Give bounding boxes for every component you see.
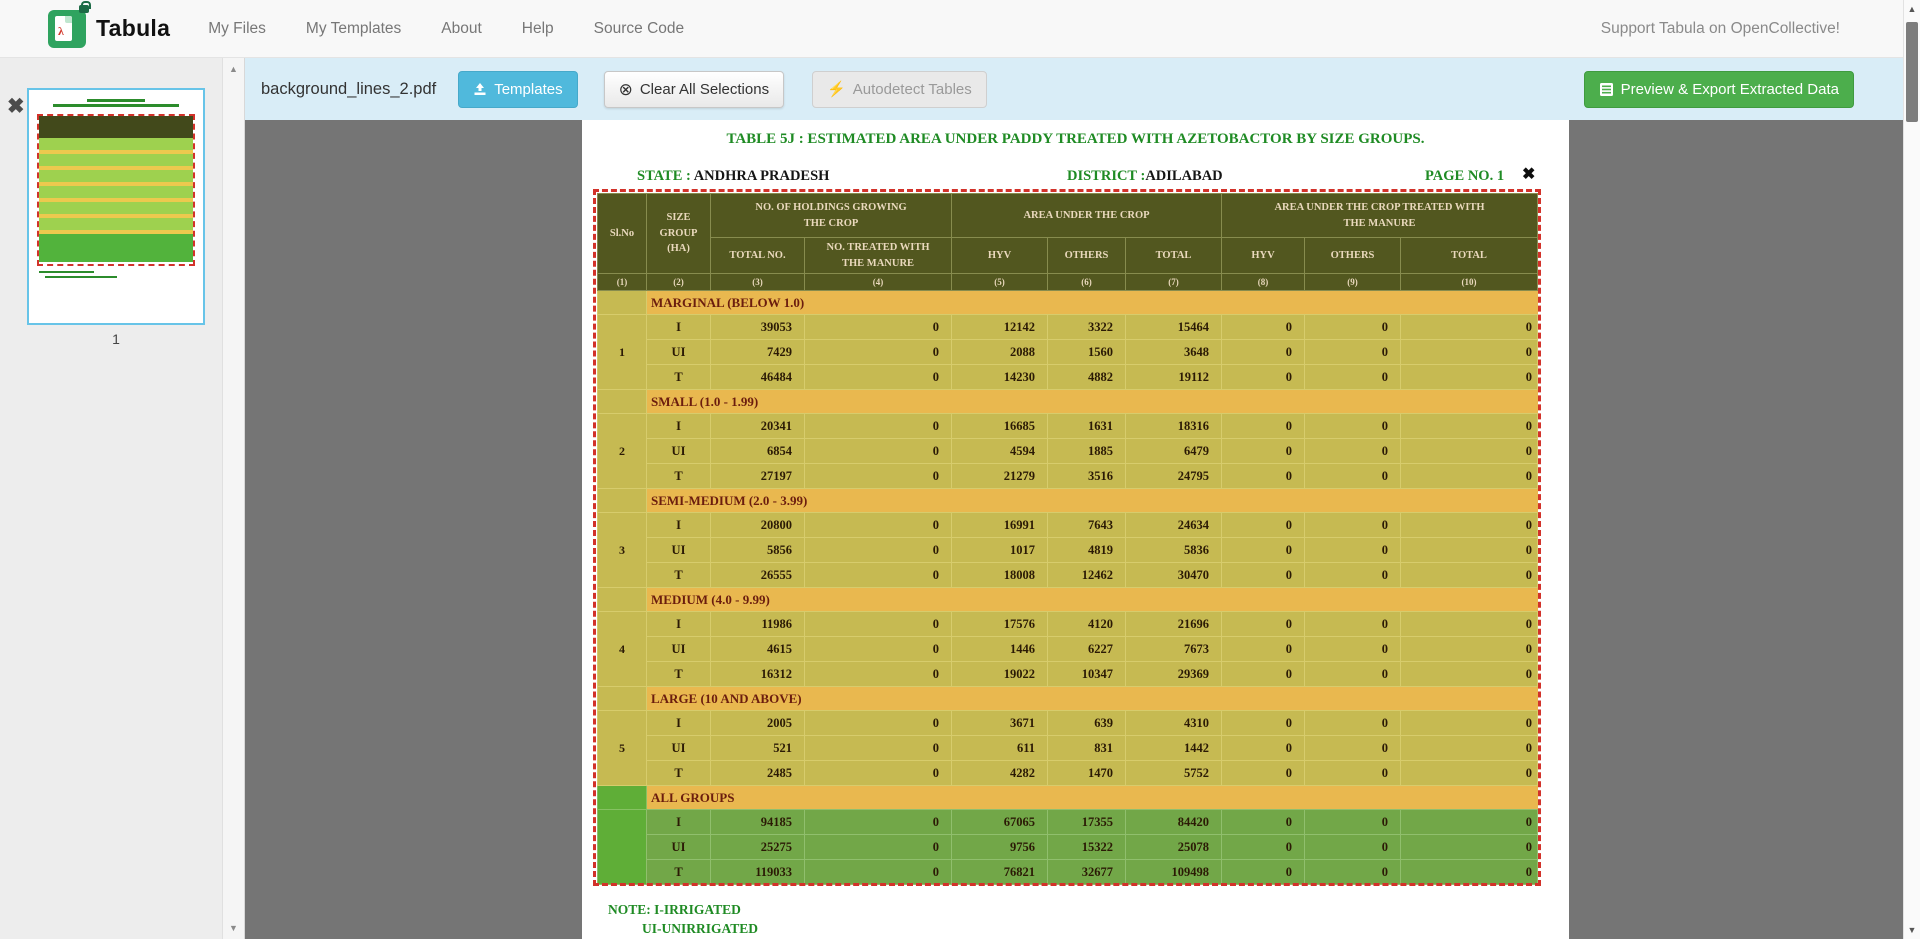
remove-file-icon[interactable]: ✖	[7, 96, 25, 117]
scrollbar-down-icon[interactable]: ▼	[1904, 925, 1920, 935]
thumbnail-sidebar: ✖ 1	[0, 58, 222, 939]
page-number-field: PAGE NO. 1	[1425, 168, 1504, 185]
state-field: STATE : ANDHRA PRADESH	[637, 168, 829, 185]
nav-item-source-code[interactable]: Source Code	[594, 20, 684, 38]
thumbnail-note-line2	[45, 276, 117, 278]
thumbnail-page-number: 1	[27, 331, 205, 347]
clear-all-selections-button[interactable]: ⊗ Clear All Selections	[604, 71, 784, 108]
thumbnail-title-line	[87, 99, 145, 102]
top-navbar: λ Tabula My Files My Templates About Hel…	[0, 0, 1920, 58]
sidebar-scroll-down-icon[interactable]: ▼	[229, 923, 238, 933]
nav-item-help[interactable]: Help	[522, 20, 554, 38]
page-thumbnail[interactable]	[27, 88, 205, 325]
lightning-icon: ⚡	[827, 82, 846, 97]
sidebar-scrollbar[interactable]: ▲ ▼	[222, 58, 245, 939]
templates-button[interactable]: Templates	[458, 71, 577, 108]
page-scrollbar[interactable]: ▲ ▼	[1903, 0, 1920, 939]
clear-icon: ⊗	[619, 81, 633, 98]
nav-items: My Files My Templates About Help Source …	[208, 20, 684, 38]
document-note-2: UI-UNIRRIGATED	[642, 921, 758, 937]
nav-item-my-files[interactable]: My Files	[208, 20, 266, 38]
nav-item-about[interactable]: About	[441, 20, 482, 38]
brand-name: Tabula	[96, 15, 170, 42]
toolbar: background_lines_2.pdf Templates ⊗ Clear…	[245, 58, 1920, 120]
sidebar-scroll-up-icon[interactable]: ▲	[229, 64, 238, 74]
table-selection-box[interactable]	[593, 189, 1541, 886]
document-note-1: NOTE: I-IRRIGATED	[608, 902, 741, 918]
nav-item-my-templates[interactable]: My Templates	[306, 20, 401, 38]
scrollbar-thumb[interactable]	[1906, 22, 1918, 122]
tabula-logo-icon: λ	[48, 10, 86, 48]
pdf-workspace: TABLE 5J : ESTIMATED AREA UNDER PADDY TR…	[245, 120, 1920, 939]
scrollbar-up-icon[interactable]: ▲	[1904, 4, 1920, 14]
templates-icon	[473, 82, 487, 96]
table-icon	[1599, 82, 1614, 97]
current-filename: background_lines_2.pdf	[261, 80, 436, 99]
thumbnail-subtitle-line	[53, 104, 179, 107]
autodetect-tables-button[interactable]: ⚡ Autodetect Tables	[812, 71, 987, 108]
tabula-brand[interactable]: λ Tabula	[48, 10, 170, 48]
preview-export-button[interactable]: Preview & Export Extracted Data	[1584, 71, 1854, 108]
thumbnail-note-line	[39, 271, 94, 273]
selection-close-icon[interactable]: ✖	[1522, 164, 1535, 184]
document-title: TABLE 5J : ESTIMATED AREA UNDER PADDY TR…	[582, 131, 1569, 148]
pdf-page[interactable]: TABLE 5J : ESTIMATED AREA UNDER PADDY TR…	[582, 120, 1569, 939]
support-link[interactable]: Support Tabula on OpenCollective!	[1601, 20, 1890, 38]
district-field: DISTRICT :ADILABAD	[1067, 168, 1223, 185]
thumbnail-table-preview	[37, 114, 195, 266]
